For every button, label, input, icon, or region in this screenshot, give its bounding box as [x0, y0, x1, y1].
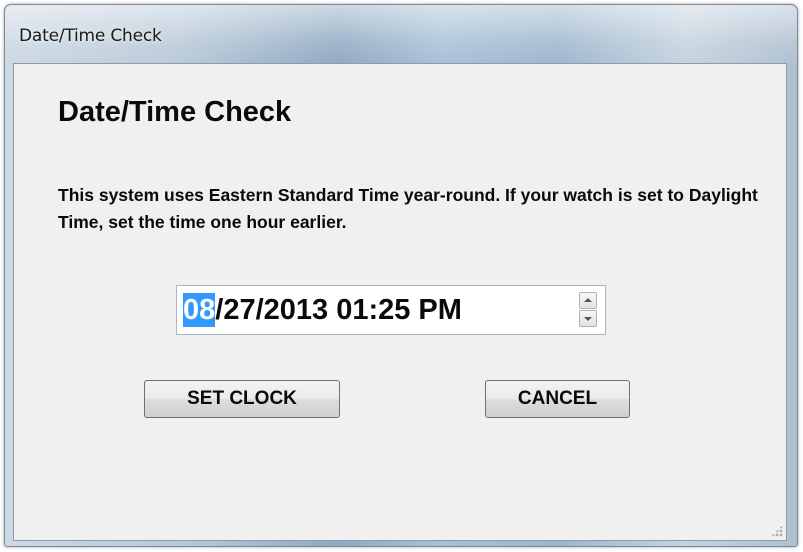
set-clock-button[interactable]: SET CLOCK — [144, 380, 340, 418]
datetime-spinner — [579, 292, 597, 328]
chevron-up-icon — [584, 298, 592, 302]
resize-grip-icon[interactable] — [771, 525, 783, 537]
datetime-value[interactable]: 08/27/2013 01:25 PM — [183, 293, 462, 327]
spin-down-button[interactable] — [579, 310, 597, 327]
timezone-message: This system uses Eastern Standard Time y… — [58, 185, 758, 232]
month-segment-selected[interactable]: 08 — [183, 293, 216, 327]
spin-up-button[interactable] — [579, 292, 597, 309]
window-title: Date/Time Check — [19, 26, 162, 46]
datetime-remaining-segments[interactable]: /27/2013 01:25 PM — [215, 294, 462, 326]
dialog-content: Date/Time Check This system uses Eastern… — [13, 63, 787, 541]
chevron-down-icon — [584, 317, 592, 321]
dialog-window: Date/Time Check Date/Time Check This sys… — [4, 4, 798, 547]
datetime-picker[interactable]: 08/27/2013 01:25 PM — [176, 285, 606, 335]
title-bar[interactable]: Date/Time Check — [5, 5, 797, 63]
cancel-button[interactable]: CANCEL — [485, 380, 630, 418]
dialog-heading: Date/Time Check — [58, 96, 292, 128]
